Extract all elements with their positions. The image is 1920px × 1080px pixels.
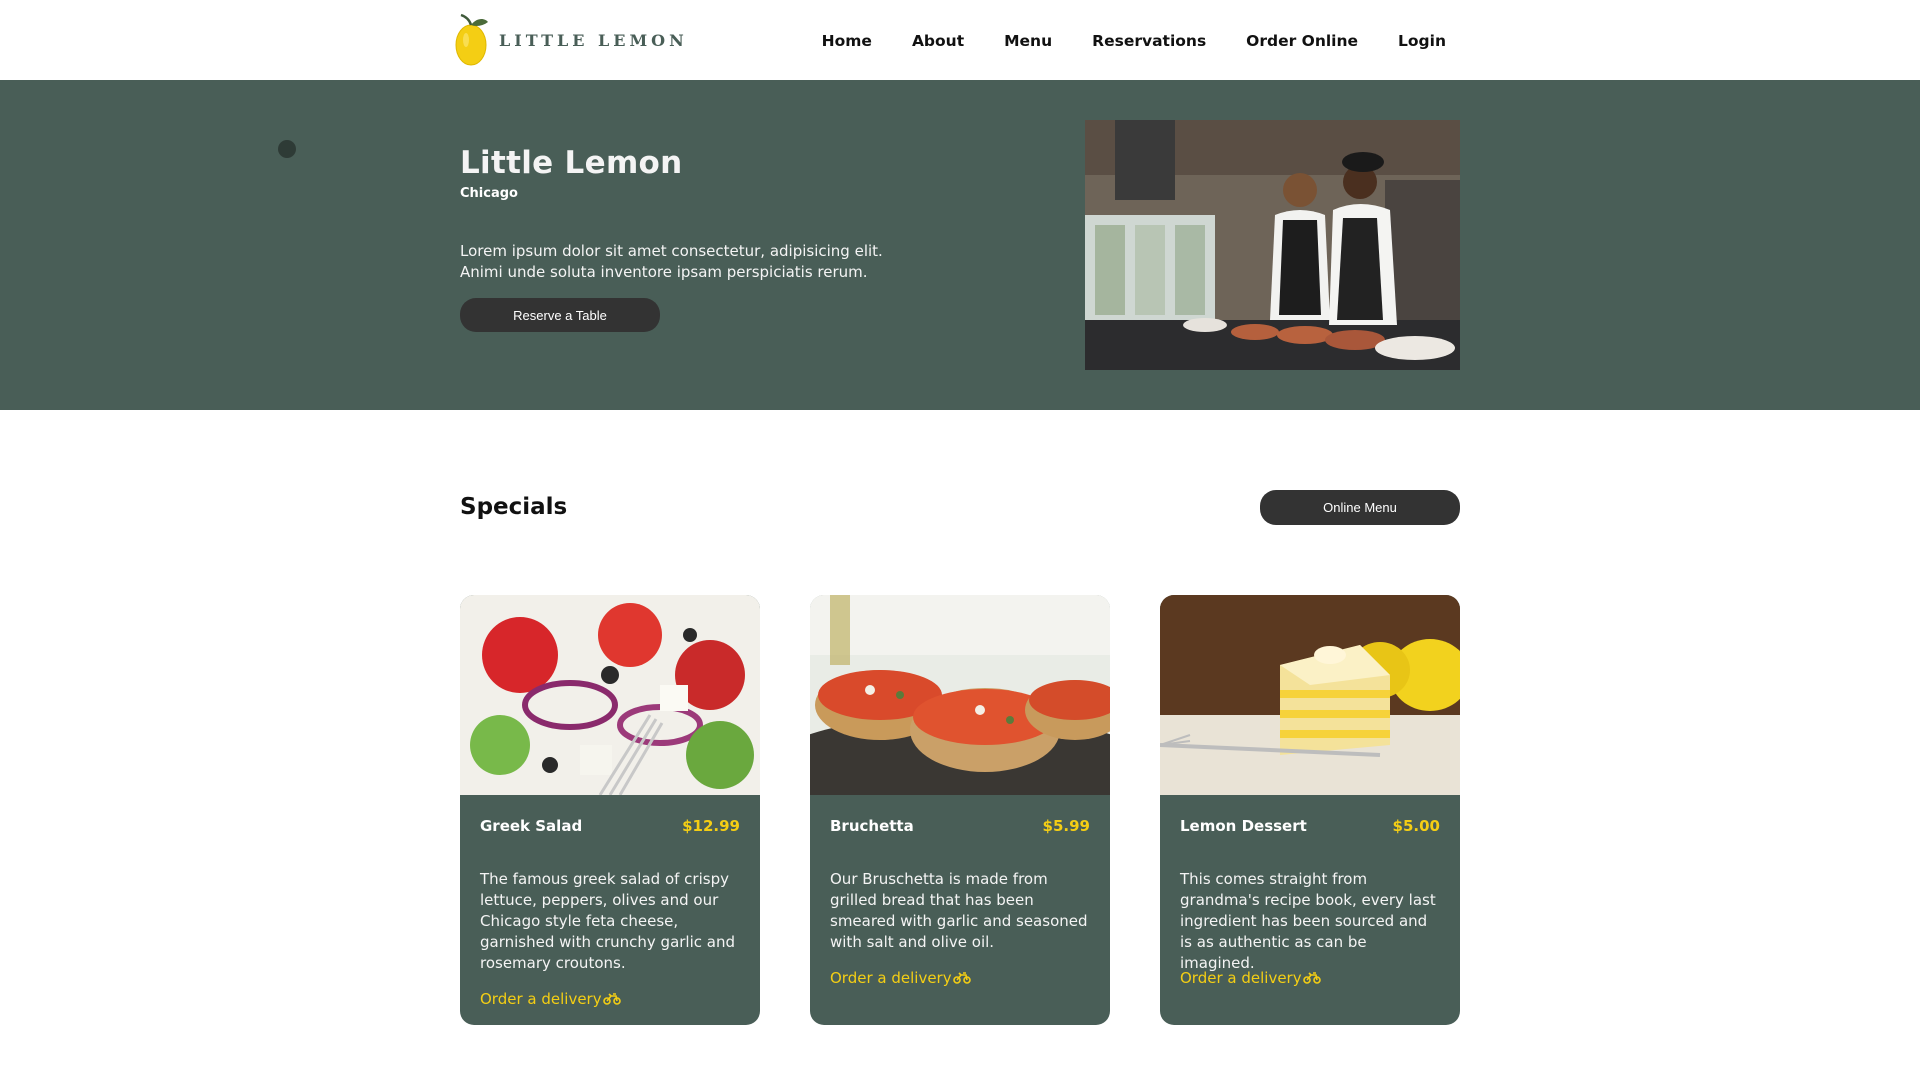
specials-title: Specials <box>460 494 568 520</box>
card-description: This comes straight from grandma's recip… <box>1180 870 1436 972</box>
bruchetta-image <box>810 595 1110 795</box>
bike-icon <box>1302 972 1321 984</box>
hero-description: Lorem ipsum dolor sit amet consectetur, … <box>460 242 883 281</box>
card-price: $5.99 <box>1042 817 1090 835</box>
nav-home[interactable]: Home <box>822 32 872 50</box>
special-card-lemon-dessert: Lemon Dessert $5.00 This comes straight … <box>1160 595 1460 1025</box>
hero-subtitle: Chicago <box>460 186 518 201</box>
main-nav: Home About Menu Reservations Order Onlin… <box>822 0 1446 80</box>
nav-order-online[interactable]: Order Online <box>1246 32 1358 50</box>
nav-reservations[interactable]: Reservations <box>1092 32 1206 50</box>
card-description: Our Bruschetta is made from grilled brea… <box>830 870 1088 951</box>
nav-about[interactable]: About <box>912 32 964 50</box>
card-price: $5.00 <box>1392 817 1440 835</box>
hero-chefs-image <box>1085 120 1460 370</box>
nav-menu[interactable]: Menu <box>1004 32 1052 50</box>
hero-title: Little Lemon <box>460 145 683 181</box>
lemon-logo-icon <box>455 13 488 66</box>
greek-salad-image <box>460 595 760 795</box>
lemon-dessert-image <box>1160 595 1460 795</box>
logo-text: LITTLE LEMON <box>499 30 688 50</box>
nav-login[interactable]: Login <box>1398 32 1446 50</box>
reserve-table-button[interactable]: Reserve a Table <box>460 298 660 332</box>
order-delivery-link[interactable]: Order a delivery <box>480 990 621 1008</box>
card-description: The famous greek salad of crispy lettuce… <box>480 870 735 972</box>
card-title: Lemon Dessert <box>1180 817 1307 835</box>
order-delivery-label: Order a delivery <box>830 969 952 987</box>
card-title: Greek Salad <box>480 817 583 835</box>
special-card-bruchetta: Bruchetta $5.99 Our Bruschetta is made f… <box>810 595 1110 1025</box>
card-price: $12.99 <box>682 817 740 835</box>
card-title: Bruchetta <box>830 817 914 835</box>
special-card-greek-salad: Greek Salad $12.99 The famous greek sala… <box>460 595 760 1025</box>
logo[interactable]: LITTLE LEMON <box>455 12 688 68</box>
site-header: LITTLE LEMON Home About Menu Reservation… <box>0 0 1920 80</box>
bike-icon <box>952 972 971 984</box>
online-menu-button[interactable]: Online Menu <box>1260 490 1460 525</box>
bike-icon <box>602 993 621 1005</box>
order-delivery-label: Order a delivery <box>1180 969 1302 987</box>
chefs-photo-icon <box>1085 120 1460 370</box>
decorative-dot <box>278 140 296 158</box>
order-delivery-label: Order a delivery <box>480 990 602 1008</box>
order-delivery-link[interactable]: Order a delivery <box>1180 969 1321 987</box>
order-delivery-link[interactable]: Order a delivery <box>830 969 971 987</box>
hero-section: Little Lemon Chicago Lorem ipsum dolor s… <box>0 80 1920 410</box>
